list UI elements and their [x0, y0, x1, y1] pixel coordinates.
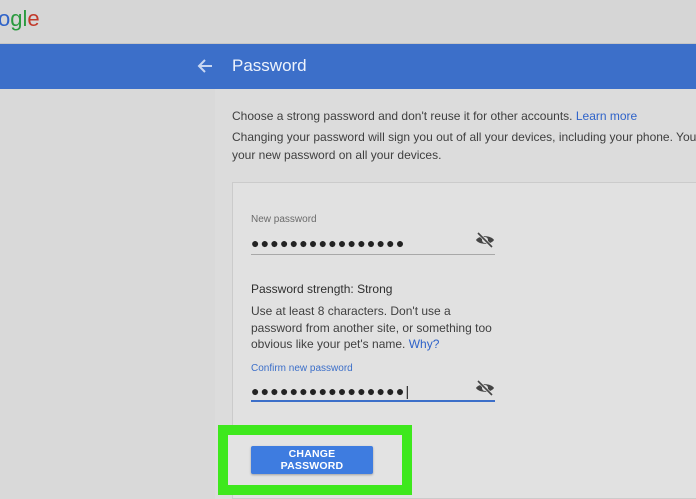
logo-part-1: o: [0, 6, 11, 31]
password-help: Use at least 8 characters. Don't use a p…: [251, 303, 501, 353]
logo-part-2: gl: [10, 6, 28, 31]
learn-more-link[interactable]: Learn more: [576, 109, 637, 123]
arrow-left-icon[interactable]: [196, 56, 216, 76]
intro-line-2: Changing your password will sign you out…: [232, 130, 696, 144]
page-header: Password: [0, 44, 696, 89]
help-text: Use at least 8 characters. Don't use a p…: [251, 304, 492, 351]
new-password-input[interactable]: ●●●●●●●●●●●●●●●●: [251, 235, 406, 251]
eye-off-icon[interactable]: [475, 232, 495, 248]
change-password-button[interactable]: CHANGE PASSWORD: [251, 446, 373, 474]
new-password-underline: [251, 254, 495, 255]
intro-line-3: your new password on all your devices.: [232, 148, 442, 162]
eye-off-icon[interactable]: [475, 380, 495, 396]
page-title: Password: [232, 56, 307, 75]
password-strength: Password strength: Strong: [251, 282, 392, 296]
confirm-password-input[interactable]: ●●●●●●●●●●●●●●●●|: [251, 383, 410, 399]
top-bar: ogle: [0, 0, 696, 44]
intro-text: Choose a strong password and don't reuse…: [232, 109, 573, 123]
logo-part-3: e: [27, 6, 40, 31]
strength-label: Password strength:: [251, 282, 354, 296]
confirm-password-label: Confirm new password: [251, 363, 353, 374]
confirm-password-underline: [251, 400, 495, 402]
google-logo[interactable]: ogle: [0, 6, 40, 32]
why-link[interactable]: Why?: [409, 337, 440, 351]
intro-line-1: Choose a strong password and don't reuse…: [232, 109, 637, 123]
new-password-label: New password: [251, 214, 317, 225]
strength-value: Strong: [357, 282, 393, 296]
